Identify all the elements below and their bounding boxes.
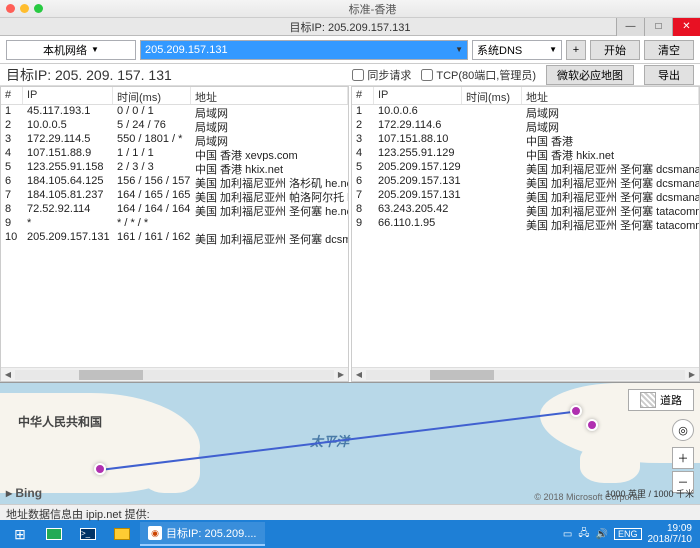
right-table-header: # IP 时间(ms) 地址	[352, 87, 699, 105]
layer-icon	[640, 392, 656, 408]
local-network-combo[interactable]: 本机网络▼	[6, 40, 136, 60]
tcp-checkbox[interactable]: TCP(80端口,管理员)	[421, 67, 536, 83]
start-button[interactable]: ⊞	[4, 522, 36, 546]
chevron-down-icon: ▼	[91, 45, 99, 54]
target-ip-input[interactable]: 205.209.157.131 ▼	[140, 40, 468, 60]
right-table-body[interactable]: 110.0.0.6局域网2172.29.114.6局域网3107.151.88.…	[352, 105, 699, 367]
left-table-header: # IP 时间(ms) 地址	[1, 87, 348, 105]
traffic-lights	[6, 4, 43, 13]
left-table-pane: # IP 时间(ms) 地址 145.117.193.10 / 0 / 1局域网…	[0, 86, 349, 382]
target-row: 目标IP: 205. 209. 157. 131 同步请求 TCP(80端口,管…	[0, 64, 700, 86]
tray-flag-icon[interactable]: ▭	[563, 529, 572, 540]
col-ip[interactable]: IP	[23, 87, 113, 104]
table-row[interactable]: 210.0.0.55 / 24 / 76局域网	[1, 119, 348, 133]
table-row[interactable]: 6184.105.64.125156 / 156 / 157美国 加利福尼亚州 …	[1, 175, 348, 189]
windows-taskbar: ⊞ >_ ◉ 目标IP: 205.209.... ▭ 🖧 🔊 ENG 19:09…	[0, 520, 700, 548]
taskbar-tray: ▭ 🖧 🔊 ENG 19:09 2018/7/10	[563, 523, 696, 545]
map-scale: 1000 英里 / 1000 千米	[605, 487, 694, 500]
footer-credit: 地址数据信息由 ipip.net 提供:	[0, 504, 700, 520]
col-addr[interactable]: 地址	[522, 87, 699, 104]
close-button[interactable]: ✕	[672, 18, 700, 36]
left-hscroll[interactable]: ◀ ▶	[1, 367, 348, 381]
add-button[interactable]: +	[566, 40, 586, 60]
table-row[interactable]: 5123.255.91.1582 / 3 / 3中国 香港 hkix.net	[1, 161, 348, 175]
macos-titlebar: 标准-香港	[0, 0, 700, 18]
col-num[interactable]: #	[352, 87, 374, 104]
map-land	[140, 443, 200, 493]
export-button[interactable]: 导出	[644, 65, 694, 85]
left-table-body[interactable]: 145.117.193.10 / 0 / 1局域网210.0.0.55 / 24…	[1, 105, 348, 367]
dns-combo[interactable]: 系统DNS▼	[472, 40, 562, 60]
scroll-thumb[interactable]	[430, 370, 494, 380]
target-ip-label: 目标IP: 205. 209. 157. 131	[6, 65, 172, 85]
sync-checkbox[interactable]: 同步请求	[352, 67, 411, 83]
bing-logo: ▸ Bing	[6, 486, 42, 500]
app-titlebar: 目标IP: 205.209.157.131 — □ ✕	[0, 18, 700, 36]
col-num[interactable]: #	[1, 87, 23, 104]
scroll-right-icon[interactable]: ▶	[334, 370, 348, 379]
col-time[interactable]: 时间(ms)	[462, 87, 522, 104]
table-row[interactable]: 872.52.92.114164 / 164 / 164美国 加利福尼亚州 圣何…	[1, 203, 348, 217]
col-time[interactable]: 时间(ms)	[113, 87, 191, 104]
table-row[interactable]: 3107.151.88.10中国 香港	[352, 133, 699, 147]
taskbar-explorer-icon[interactable]	[106, 522, 138, 546]
route-node-end[interactable]	[586, 419, 598, 431]
col-ip[interactable]: IP	[374, 87, 462, 104]
table-row[interactable]: 6205.209.157.131美国 加利福尼亚州 圣何塞 dcsmanage.…	[352, 175, 699, 189]
zoom-in-button[interactable]: ＋	[672, 447, 694, 469]
table-row[interactable]: 7205.209.157.131美国 加利福尼亚州 圣何塞 dcsmanage.…	[352, 189, 699, 203]
table-row[interactable]: 7184.105.81.237164 / 165 / 165美国 加利福尼亚州 …	[1, 189, 348, 203]
table-row[interactable]: 145.117.193.10 / 0 / 1局域网	[1, 105, 348, 119]
route-node[interactable]	[570, 405, 582, 417]
maximize-button[interactable]: □	[644, 18, 672, 36]
close-dot[interactable]	[6, 4, 15, 13]
taskbar-powershell-icon[interactable]: >_	[72, 522, 104, 546]
language-indicator[interactable]: ENG	[614, 528, 642, 540]
map-land	[580, 443, 640, 483]
taskbar-app-active[interactable]: ◉ 目标IP: 205.209....	[140, 522, 265, 546]
table-row[interactable]: 10205.209.157.131161 / 161 / 162美国 加利福尼亚…	[1, 231, 348, 245]
bing-map-button[interactable]: 微软必应地图	[546, 65, 634, 85]
table-row[interactable]: 3172.29.114.5550 / 1801 / *局域网	[1, 133, 348, 147]
window-controls: — □ ✕	[616, 18, 700, 36]
map-layer-button[interactable]: 道路	[628, 389, 694, 411]
chevron-down-icon: ▼	[549, 45, 557, 54]
chevron-down-icon: ▼	[455, 45, 463, 54]
map-view[interactable]: 中华人民共和国 太平洋 道路 ◎ ＋ － ▸ Bing © 2018 Micro…	[0, 382, 700, 504]
table-row[interactable]: 2172.29.114.6局域网	[352, 119, 699, 133]
map-label-china: 中华人民共和国	[18, 413, 102, 430]
window-title: 标准-香港	[51, 1, 694, 17]
toolbar: 本机网络▼ 205.209.157.131 ▼ 系统DNS▼ + 开始 清空	[0, 36, 700, 64]
minimize-dot[interactable]	[20, 4, 29, 13]
results-area: # IP 时间(ms) 地址 145.117.193.10 / 0 / 1局域网…	[0, 86, 700, 382]
scroll-right-icon[interactable]: ▶	[685, 370, 699, 379]
col-addr[interactable]: 地址	[191, 87, 348, 104]
scroll-left-icon[interactable]: ◀	[1, 370, 15, 379]
table-row[interactable]: 9** / * / *	[1, 217, 348, 231]
table-row[interactable]: 863.243.205.42美国 加利福尼亚州 圣何塞 tatacommunic…	[352, 203, 699, 217]
tray-sound-icon[interactable]: 🔊	[596, 529, 608, 540]
locate-button[interactable]: ◎	[672, 419, 694, 441]
clear-button[interactable]: 清空	[644, 40, 694, 60]
maximize-dot[interactable]	[34, 4, 43, 13]
start-button[interactable]: 开始	[590, 40, 640, 60]
scroll-left-icon[interactable]: ◀	[352, 370, 366, 379]
table-row[interactable]: 966.110.1.95美国 加利福尼亚州 圣何塞 tatacommunicat…	[352, 217, 699, 231]
route-node-start[interactable]	[94, 463, 106, 475]
table-row[interactable]: 4107.151.88.91 / 1 / 1中国 香港 xevps.com	[1, 147, 348, 161]
taskbar-server-icon[interactable]	[38, 522, 70, 546]
table-row[interactable]: 5205.209.157.129美国 加利福尼亚州 圣何塞 dcsmanage.…	[352, 161, 699, 175]
table-row[interactable]: 4123.255.91.129中国 香港 hkix.net	[352, 147, 699, 161]
minimize-button[interactable]: —	[616, 18, 644, 36]
right-table-pane: # IP 时间(ms) 地址 110.0.0.6局域网2172.29.114.6…	[351, 86, 700, 382]
right-hscroll[interactable]: ◀ ▶	[352, 367, 699, 381]
table-row[interactable]: 110.0.0.6局域网	[352, 105, 699, 119]
subtitle-text: 目标IP: 205.209.157.131	[289, 19, 410, 35]
taskbar-clock[interactable]: 19:09 2018/7/10	[648, 523, 697, 545]
scroll-thumb[interactable]	[79, 370, 143, 380]
